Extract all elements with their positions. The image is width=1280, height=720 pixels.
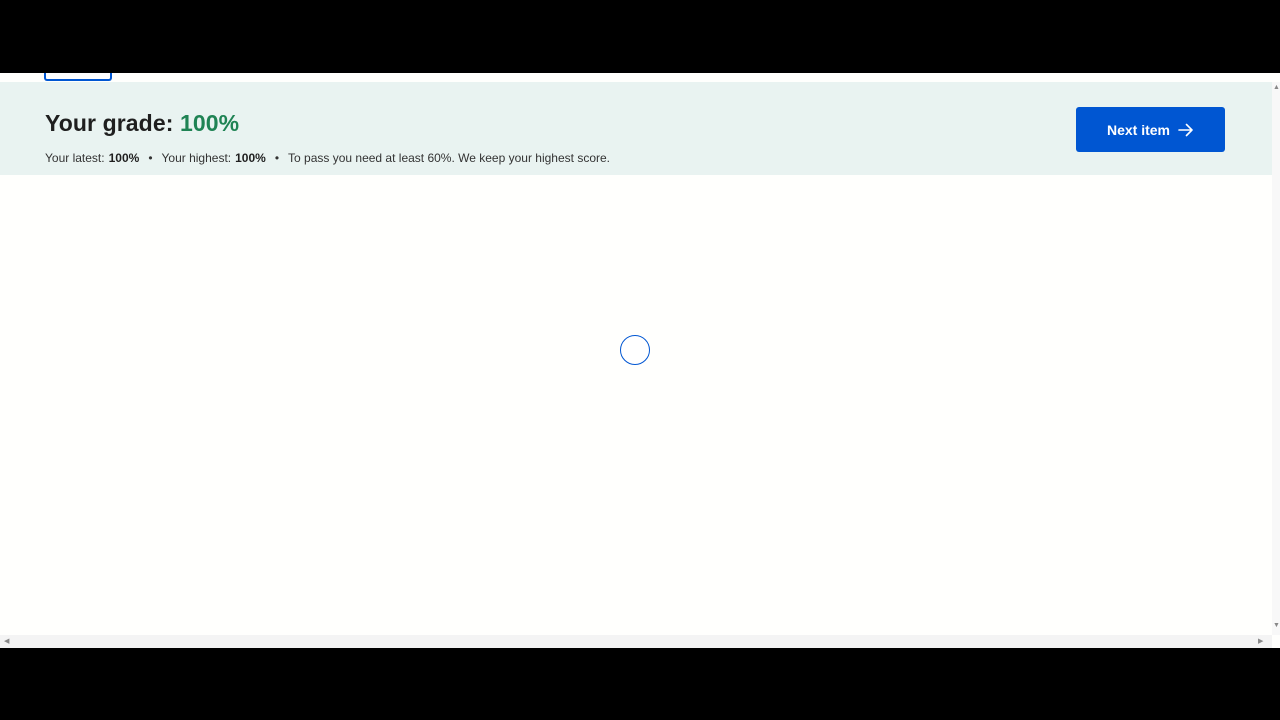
grade-banner: Your grade: 100% Your latest: 100% • You…: [0, 82, 1272, 175]
horizontal-scrollbar[interactable]: ◀ ▶: [0, 635, 1272, 648]
scroll-down-icon[interactable]: ▼: [1273, 622, 1280, 629]
page-viewport: Your grade: 100% Your latest: 100% • You…: [0, 73, 1280, 648]
tab-indicator[interactable]: [44, 73, 112, 81]
arrow-right-icon: [1178, 123, 1194, 137]
scroll-right-icon[interactable]: ▶: [1258, 638, 1263, 645]
grade-value: 100%: [179, 110, 240, 136]
letterbox-top: [0, 0, 1280, 73]
vertical-scrollbar[interactable]: ▲ ▼: [1272, 82, 1280, 635]
grade-title-label: Your grade:: [45, 110, 180, 136]
pass-note: To pass you need at least 60%. We keep y…: [288, 151, 610, 165]
next-item-label: Next item: [1106, 121, 1171, 138]
scroll-left-icon[interactable]: ◀: [4, 638, 9, 645]
separator-dot: •: [274, 151, 280, 165]
separator-dot: •: [148, 151, 153, 165]
loading-spinner-icon: [620, 335, 650, 365]
item-content-area: [0, 175, 1272, 635]
highest-value: 100%: [235, 151, 266, 165]
next-item-button[interactable]: Next item: [1076, 107, 1225, 152]
latest-label: Your latest:: [45, 151, 105, 165]
grade-title: Your grade: 100%: [45, 110, 239, 137]
latest-value: 100%: [108, 151, 140, 165]
letterbox-bottom: [0, 648, 1280, 720]
scroll-up-icon[interactable]: ▲: [1273, 84, 1280, 91]
highest-label: Your highest:: [161, 151, 232, 165]
grade-summary: Your latest: 100% • Your highest: 100% •…: [45, 151, 610, 165]
